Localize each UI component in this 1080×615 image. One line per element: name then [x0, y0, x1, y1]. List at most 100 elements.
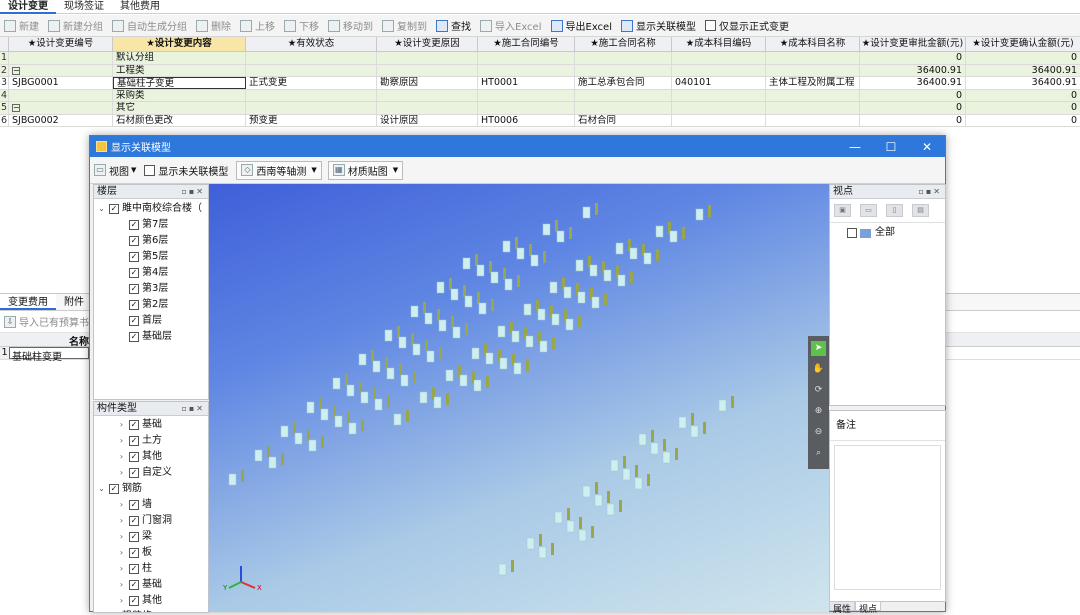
table-cell[interactable]: 0 [966, 52, 1080, 64]
axis-view-dropdown[interactable]: ◇ 西南等轴测 ▼ [236, 160, 322, 180]
column-element[interactable] [374, 395, 390, 411]
component-type-item[interactable]: › ✓ 门窗洞 [97, 513, 208, 529]
column-element[interactable] [280, 422, 296, 438]
table-cell[interactable]: 040101 [672, 77, 766, 89]
table-cell[interactable]: − [9, 64, 113, 76]
minimize-icon[interactable]: — [837, 140, 873, 154]
column-element[interactable] [459, 371, 475, 387]
material-texture-dropdown[interactable]: ▦ 材质贴图 ▼ [327, 160, 404, 180]
column-element[interactable] [346, 381, 362, 397]
column-element[interactable] [419, 388, 435, 404]
column-element[interactable] [603, 266, 619, 282]
checkbox-checked-icon[interactable]: ✓ [129, 548, 139, 558]
checkbox-checked-icon[interactable]: ✓ [129, 596, 139, 606]
tab-2[interactable]: 其他费用 [112, 0, 168, 14]
bottom-tab-0[interactable]: 变更费用 [0, 294, 56, 310]
chevron-down-icon[interactable]: ⌄ [97, 481, 106, 497]
component-type-item[interactable]: › ✓ 土方 [97, 433, 208, 449]
column-element[interactable] [499, 354, 515, 370]
table-cell[interactable]: HT0001 [478, 77, 575, 89]
column-element[interactable] [386, 364, 402, 380]
component-type-item[interactable]: › ✓ 自定义 [97, 465, 208, 481]
column-element[interactable] [348, 419, 364, 435]
column-element[interactable] [577, 288, 593, 304]
save-viewpoint-icon[interactable]: ▣ [834, 204, 851, 217]
table-cell[interactable] [377, 52, 478, 64]
checkbox-checked-icon[interactable]: ✓ [129, 516, 139, 526]
toolbar-button-6[interactable]: 移动到 [328, 18, 373, 33]
table-cell[interactable]: 石材合同 [575, 114, 672, 126]
folder-icon[interactable]: ▭ [860, 204, 877, 217]
column-header[interactable]: ★设计变更审批金额(元) [860, 37, 966, 51]
toolbar-button-10[interactable]: 导出Excel [550, 18, 612, 33]
floor-item[interactable]: ✓ 首层 [97, 313, 208, 329]
column-element[interactable] [433, 393, 449, 409]
column-element[interactable] [268, 453, 284, 469]
column-element[interactable] [542, 220, 558, 236]
show-unlinked-checkbox[interactable]: 显示未关联模型 [144, 163, 228, 178]
table-cell[interactable]: SJBG0001 [9, 77, 113, 89]
checkbox-checked-icon[interactable]: ✓ [129, 580, 139, 590]
column-element[interactable] [332, 374, 348, 390]
column-element[interactable] [530, 251, 546, 267]
toolbar-button-4[interactable]: 上移 [240, 18, 275, 33]
toolbar-button-8[interactable]: 查找 [436, 18, 471, 33]
zoom-out-icon[interactable]: ⊖ [811, 425, 826, 440]
column-header[interactable]: ★设计变更编号 [9, 37, 113, 51]
chevron-down-icon[interactable]: ⌄ [97, 201, 106, 217]
table-row[interactable]: 6 SJBG0002 石材颜色更改 预变更 设计原因 HT0006 石材合同 0 0 [0, 114, 1080, 127]
table-cell[interactable]: 0 [966, 90, 1080, 102]
table-cell[interactable] [478, 64, 575, 76]
column-element[interactable] [478, 299, 494, 315]
toolbar-button-7[interactable]: 复制到 [382, 18, 427, 33]
column-element[interactable] [360, 388, 376, 404]
chevron-right-icon[interactable]: › [117, 449, 126, 465]
component-type-item[interactable]: › ✓ 其他 [97, 449, 208, 465]
column-element[interactable] [617, 271, 633, 287]
panel-controls-icon[interactable]: ▫▪✕ [181, 185, 208, 198]
table-cell[interactable] [246, 89, 377, 101]
column-element[interactable] [424, 309, 440, 325]
column-element[interactable] [473, 376, 489, 392]
floor-item[interactable]: ✓ 第2层 [97, 297, 208, 313]
column-element[interactable] [695, 205, 711, 221]
table-cell[interactable] [672, 52, 766, 64]
column-element[interactable] [334, 412, 350, 428]
checkbox-checked-icon[interactable]: ✓ [129, 420, 139, 430]
checkbox-checked-icon[interactable]: ✓ [129, 284, 139, 294]
column-element[interactable] [398, 333, 414, 349]
column-element[interactable] [294, 429, 310, 445]
column-element[interactable] [490, 268, 506, 284]
floor-item[interactable]: ✓ 第6层 [97, 233, 208, 249]
column-element[interactable] [537, 305, 553, 321]
table-cell[interactable] [246, 102, 377, 114]
table-cell[interactable] [377, 89, 478, 101]
column-element[interactable] [452, 323, 468, 339]
column-header[interactable]: ★有效状态 [246, 37, 377, 51]
column-element[interactable] [306, 398, 322, 414]
component-type-item[interactable]: › ✓ 墙 [97, 497, 208, 513]
table-row[interactable]: 5− 其它 0 0 [0, 102, 1080, 115]
column-element[interactable] [539, 337, 555, 353]
column-element[interactable] [228, 470, 244, 486]
table-cell[interactable]: 0 [966, 115, 1080, 127]
toolbar-button-0[interactable]: 新建 [4, 18, 39, 33]
column-header[interactable]: ★成本科目编码 [672, 37, 766, 51]
panel-controls-icon[interactable]: ▫▪✕ [918, 185, 945, 198]
floor-item[interactable]: ✓ 第7层 [97, 217, 208, 233]
pan-hand-icon[interactable]: ✋ [811, 362, 826, 377]
floor-item[interactable]: ✓ 第3层 [97, 281, 208, 297]
table-cell[interactable]: 施工总承包合同 [575, 77, 672, 89]
column-element[interactable] [525, 332, 541, 348]
chevron-right-icon[interactable]: › [117, 497, 126, 513]
column-element[interactable] [372, 357, 388, 373]
delete-viewpoint-icon[interactable]: ▯ [886, 204, 903, 217]
zoom-in-icon[interactable]: ⊕ [811, 404, 826, 419]
table-cell[interactable]: SJBG0002 [9, 114, 113, 126]
rename-icon[interactable]: ▤ [912, 204, 929, 217]
column-element[interactable] [502, 237, 518, 253]
component-type-item[interactable]: › ✓ 板 [97, 545, 208, 561]
checkbox-checked-icon[interactable]: ✓ [129, 452, 139, 462]
column-element[interactable] [549, 278, 565, 294]
table-row[interactable]: 3 SJBG0001 基础柱子变更 正式变更 勘察原因 HT0001 施工总承包合同 0401… [0, 77, 1080, 90]
